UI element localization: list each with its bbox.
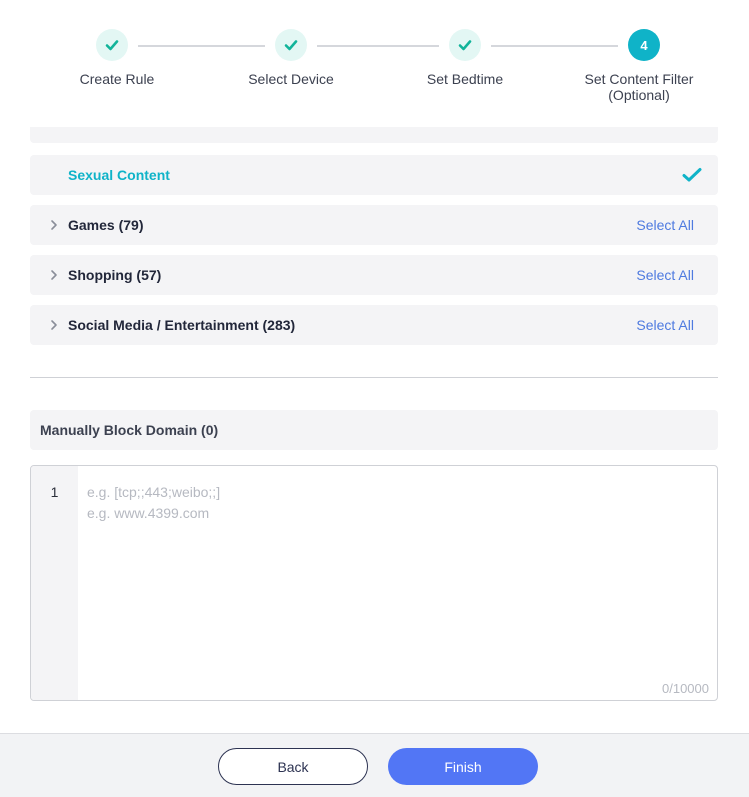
step-4-label: Set Content Filter (Optional) (569, 71, 709, 103)
line-number-gutter: 1 (31, 466, 78, 700)
select-all-link[interactable]: Select All (636, 267, 694, 283)
checkmark-icon (284, 40, 298, 51)
category-row-sexual-content[interactable]: Sexual Content (30, 155, 718, 195)
chevron-right-icon[interactable] (47, 218, 61, 232)
checkmark-icon (105, 40, 119, 51)
back-button[interactable]: Back (218, 748, 368, 785)
domain-input[interactable] (87, 482, 697, 672)
step-4-label-line1: Set Content Filter (584, 71, 694, 87)
category-name: Games (79) (68, 217, 144, 233)
step-3-done-icon (449, 29, 481, 61)
step-connector (491, 45, 618, 47)
step-4-number: 4 (628, 29, 660, 61)
category-name: Social Media / Entertainment (283) (68, 317, 296, 333)
step-3-label: Set Bedtime (426, 71, 504, 87)
step-connector (138, 45, 265, 47)
section-divider (30, 377, 718, 378)
category-row-games[interactable]: Games (79) Select All (30, 205, 718, 245)
chevron-right-icon[interactable] (47, 268, 61, 282)
stepper: Create Rule Select Device Set Bedtime 4 … (0, 0, 749, 130)
category-name: Shopping (57) (68, 267, 162, 283)
select-all-link[interactable]: Select All (636, 317, 694, 333)
domain-editor: 1 0/10000 (30, 465, 718, 701)
step-2-done-icon (275, 29, 307, 61)
step-4-label-line2: (Optional) (608, 87, 670, 103)
category-row-shopping[interactable]: Shopping (57) Select All (30, 255, 718, 295)
step-1-done-icon (96, 29, 128, 61)
step-connector (317, 45, 439, 47)
line-number: 1 (50, 484, 59, 500)
category-row-partial (30, 127, 718, 143)
finish-button[interactable]: Finish (388, 748, 538, 785)
checkmark-icon (458, 40, 472, 51)
select-all-link[interactable]: Select All (636, 217, 694, 233)
step-1-label: Create Rule (79, 71, 155, 87)
chevron-right-icon[interactable] (47, 318, 61, 332)
footer-bar: Back Finish (0, 733, 749, 797)
manual-block-title: Manually Block Domain (0) (30, 410, 718, 450)
category-name: Sexual Content (68, 167, 170, 183)
category-row-social-media[interactable]: Social Media / Entertainment (283) Selec… (30, 305, 718, 345)
character-counter: 0/10000 (662, 681, 709, 696)
step-2-label: Select Device (248, 71, 334, 87)
checkmark-icon (682, 168, 702, 182)
